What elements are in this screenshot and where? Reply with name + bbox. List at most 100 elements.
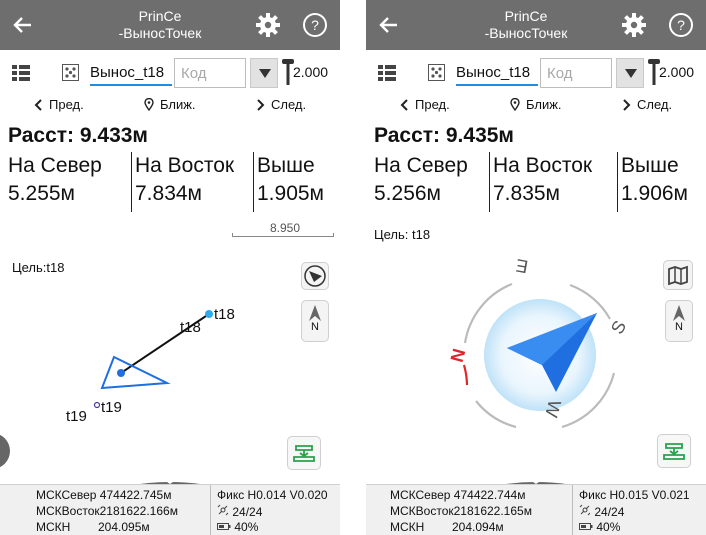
help-icon[interactable]: ? (668, 12, 694, 38)
compass-canvas (462, 282, 616, 429)
nearest-button[interactable]: Ближ. (144, 97, 196, 112)
page-title: PrinCe -ВыносТочек (100, 8, 220, 42)
height-value: 1.905м (257, 182, 324, 205)
point-a-label: t18 (214, 306, 235, 323)
point-name-field[interactable]: Вынос_t18 (90, 62, 172, 86)
status-footer: МСКСевер 474422.744м МСКВосток2181622.16… (366, 484, 706, 535)
height-column: Выше 1.905м (253, 152, 324, 212)
code-dropdown-button[interactable] (250, 58, 278, 88)
code-dropdown-button[interactable] (616, 58, 644, 88)
antenna-height[interactable]: 2.000 (659, 64, 694, 80)
title-line-2: -ВыносТочек (484, 25, 568, 41)
prev-label: Пред. (415, 97, 450, 112)
height-label: Выше (621, 154, 679, 177)
next-button[interactable]: След. (256, 97, 306, 112)
north-up-button[interactable]: N (301, 300, 329, 342)
height-value: 1.906м (621, 182, 688, 205)
user-position-triangle (100, 355, 171, 390)
svg-text:?: ? (677, 17, 685, 33)
msk-h-value: 204.094м (452, 520, 504, 534)
navigation-mode-button[interactable] (301, 262, 329, 290)
chevron-left-icon (400, 98, 408, 111)
back-arrow-icon[interactable] (378, 14, 400, 36)
east-label: На Восток (493, 154, 593, 177)
next-button[interactable]: След. (622, 97, 672, 112)
north-up-button[interactable]: N (665, 300, 693, 342)
battery-level: 40% (596, 520, 621, 534)
points-icon[interactable] (428, 64, 445, 81)
stakeout-screen-compass: PrinCe -ВыносТочек ? Вынос_t18 Код 2.000… (366, 0, 706, 535)
satellite-count: 24/24 (594, 505, 625, 519)
distance-readout: Расст: 9.435м (374, 124, 514, 147)
stakeout-screen-map: PrinCe -ВыносТочек ? Вынос_t18 Код 2.000… (0, 0, 340, 535)
msk-east-value: 2181622.165м (453, 504, 532, 518)
battery-icon (579, 523, 593, 530)
stakeout-map[interactable]: 8.950 Цель:t18 t18 t18 t19 t19 N (0, 215, 340, 475)
stakeout-store-button[interactable] (657, 434, 691, 468)
compass-view[interactable]: Цель: t18 N E S W N (366, 215, 706, 475)
east-column: На Восток 7.835м (489, 152, 592, 212)
satellite-icon (579, 504, 591, 516)
point-b-label-2: t19 (66, 408, 87, 425)
stakeout-icon (663, 443, 685, 460)
list-icon[interactable] (378, 65, 396, 81)
next-label: След. (637, 97, 673, 112)
code-input[interactable]: Код (174, 58, 246, 88)
toolbar: Вынос_t18 Код 2.000 (0, 55, 340, 90)
msk-north-value: 474422.745м (99, 488, 172, 502)
point-b-label: t19 (101, 399, 122, 416)
north-arrow-icon (673, 305, 685, 321)
prev-button[interactable]: Пред. (400, 97, 450, 112)
point-navigation: Пред. Ближ. След. (0, 95, 340, 117)
north-label: На Север (374, 154, 468, 177)
height-column: Выше 1.906м (617, 152, 688, 212)
map-book-icon (668, 265, 688, 286)
point-t19-marker (93, 401, 101, 409)
prev-button[interactable]: Пред. (34, 97, 84, 112)
north-label: N (675, 321, 683, 333)
north-label: На Север (8, 154, 102, 177)
dropdown-arrow-icon (259, 69, 271, 78)
stakeout-store-button[interactable] (287, 436, 321, 470)
east-value: 7.834м (135, 182, 202, 205)
antenna-height[interactable]: 2.000 (293, 64, 328, 80)
gear-icon[interactable] (255, 12, 281, 38)
offset-columns: На Север 5.256м На Восток 7.835м Выше 1.… (366, 152, 706, 212)
height-label: Выше (257, 154, 315, 177)
offset-columns: На Север 5.255м На Восток 7.834м Выше 1.… (0, 152, 340, 212)
back-arrow-icon[interactable] (12, 14, 34, 36)
map-view-button[interactable] (663, 260, 693, 290)
nearest-button[interactable]: Ближ. (510, 97, 562, 112)
north-value: 5.256м (374, 182, 441, 205)
fix-status: Фикс H0.014 V0.020 (217, 488, 328, 502)
north-column: На Север 5.255м (0, 152, 102, 212)
code-input[interactable]: Код (540, 58, 612, 88)
near-label: Ближ. (160, 97, 196, 112)
near-label: Ближ. (526, 97, 562, 112)
next-label: След. (271, 97, 307, 112)
distance-readout: Расст: 9.433м (8, 124, 148, 147)
page-title: PrinCe -ВыносТочек (466, 8, 586, 42)
satellite-status: 24/24 (579, 504, 624, 519)
chevron-right-icon (623, 98, 631, 111)
msk-east-value: 2181622.166м (99, 504, 178, 518)
list-icon[interactable] (12, 65, 30, 81)
east-column: На Восток 7.834м (131, 152, 234, 212)
north-value: 5.255м (8, 182, 75, 205)
location-pin-icon (144, 98, 154, 111)
satellite-status: 24/24 (217, 504, 262, 519)
help-icon[interactable]: ? (302, 12, 328, 38)
toolbar: Вынос_t18 Код 2.000 (366, 55, 706, 90)
dropdown-arrow-icon (625, 69, 637, 78)
satellite-icon (217, 504, 229, 516)
battery-level: 40% (234, 520, 259, 534)
gear-icon[interactable] (621, 12, 647, 38)
fix-status: Фикс H0.015 V0.021 (579, 488, 690, 502)
battery-status: 40% (217, 520, 258, 534)
msk-north-value: 474422.744м (453, 488, 526, 502)
prev-label: Пред. (49, 97, 84, 112)
point-name-field[interactable]: Вынос_t18 (456, 62, 538, 86)
chevron-right-icon (257, 98, 265, 111)
msk-east-label: МСКВосток (390, 504, 454, 518)
points-icon[interactable] (62, 64, 79, 81)
